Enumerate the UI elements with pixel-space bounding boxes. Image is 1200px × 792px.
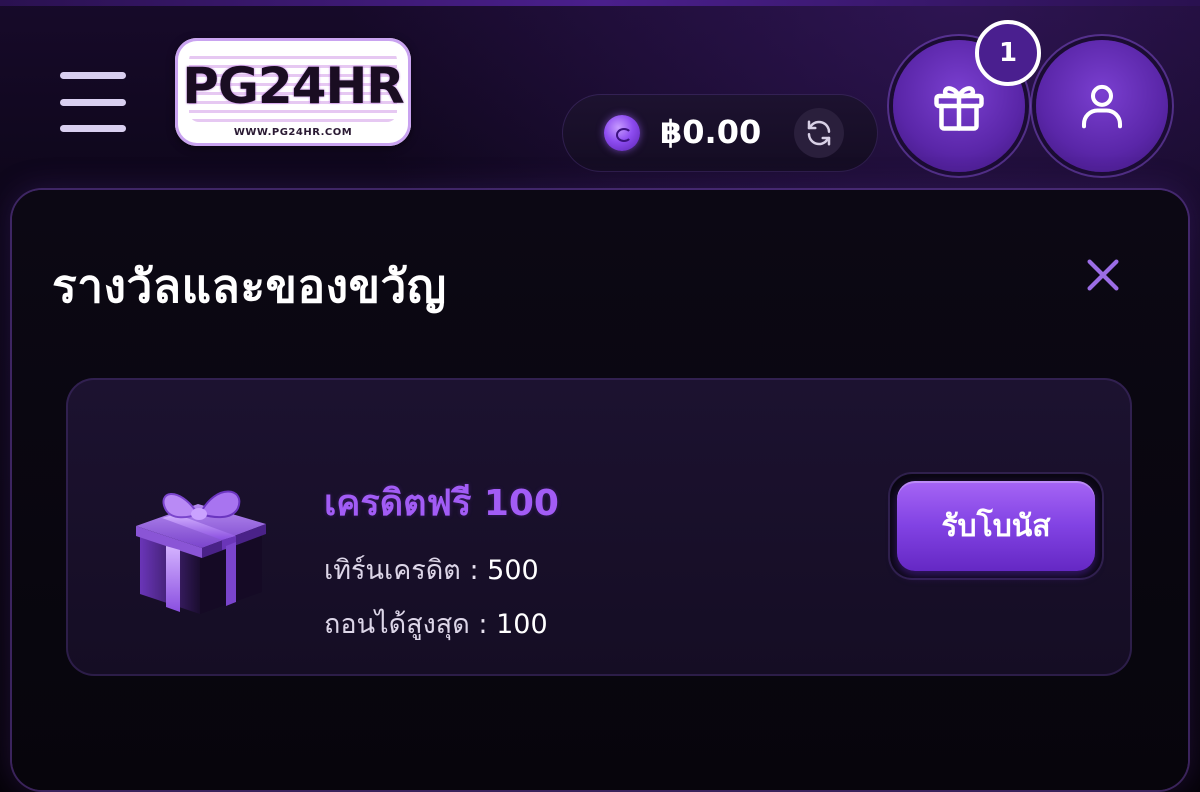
close-button[interactable] [1080, 252, 1126, 298]
modal-title: รางวัลและของขวัญ [52, 259, 447, 313]
max-withdraw-row: ถอนได้สูงสุด : 100 [324, 602, 548, 645]
notification-badge: 1 [975, 20, 1041, 86]
logo-url: WWW.PG24HR.COM [233, 127, 353, 138]
claim-bonus-button[interactable]: รับโบนัส [890, 474, 1102, 578]
max-withdraw-value: 100 [496, 609, 548, 640]
app-screen: PG24HR WWW.PG24HR.COM ฿0.00 1 รางวัลและข… [0, 0, 1200, 792]
profile-button[interactable] [1036, 40, 1168, 172]
separator-colon: : [478, 609, 497, 640]
close-icon [1087, 259, 1119, 291]
reward-title: เครดิตฟรี 100 [324, 483, 559, 524]
gift-icon [934, 86, 984, 131]
reward-card: เครดิตฟรี 100 เทิร์นเครดิต : 500 ถอนได้ส… [66, 378, 1132, 676]
turnover-value: 500 [487, 555, 539, 586]
wallet-balance: ฿0.00 [562, 94, 878, 172]
turnover-row: เทิร์นเครดิต : 500 [324, 548, 539, 591]
refresh-icon [807, 120, 831, 146]
separator-colon: : [469, 555, 488, 586]
claim-bonus-label: รับโบนัส [897, 481, 1095, 571]
rewards-modal: รางวัลและของขวัญ เครดิตฟรี 100 เทิร์นเคร… [12, 190, 1188, 790]
menu-line [60, 72, 126, 79]
menu-line [60, 125, 126, 132]
hamburger-menu-icon[interactable] [60, 72, 126, 132]
turnover-label: เทิร์นเครดิต [324, 555, 461, 586]
coin-icon [604, 115, 640, 151]
balance-amount: ฿0.00 [660, 113, 762, 151]
menu-line [60, 98, 126, 106]
refresh-balance-button[interactable] [794, 108, 844, 158]
logo-mark: PG24HR [182, 50, 405, 122]
gift-box-icon [136, 490, 266, 614]
max-withdraw-label: ถอนได้สูงสุด [324, 609, 470, 640]
top-glow-bar [0, 0, 1200, 6]
logo-text: PG24HR [182, 57, 405, 115]
site-logo[interactable]: PG24HR WWW.PG24HR.COM [175, 38, 411, 146]
user-icon [1081, 84, 1123, 129]
